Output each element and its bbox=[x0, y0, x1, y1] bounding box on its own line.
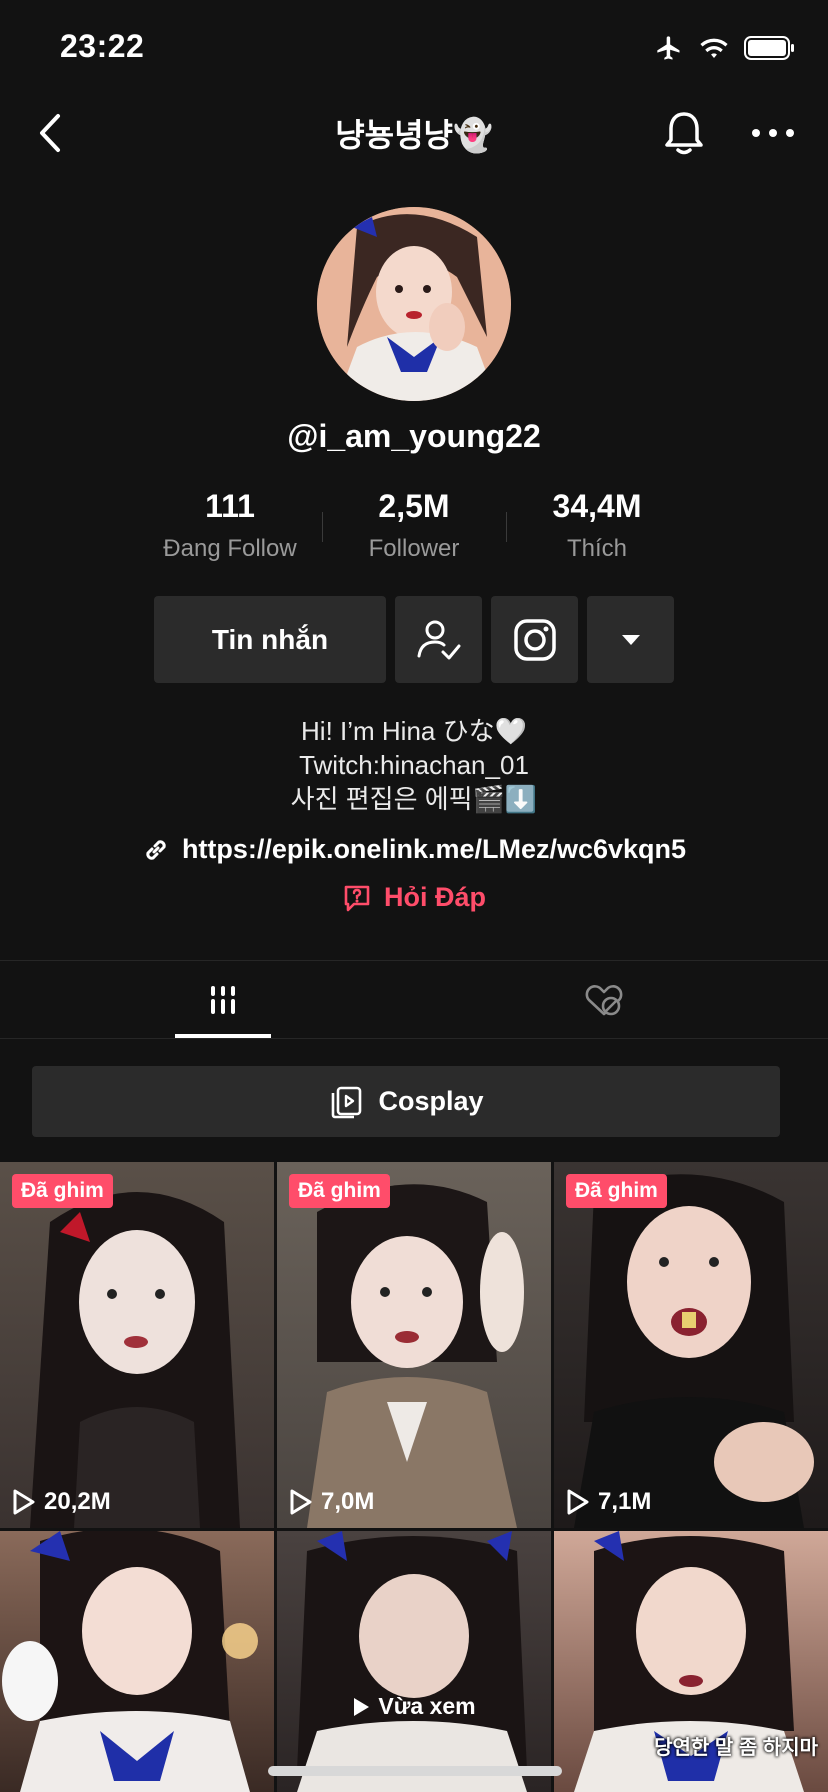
link-text: https://epik.onelink.me/LMez/wc6vkqn5 bbox=[181, 834, 687, 864]
instagram-button[interactable] bbox=[491, 596, 578, 683]
caret-down-icon bbox=[621, 634, 640, 645]
recently-watched-badge: Vừa xem bbox=[277, 1693, 551, 1720]
view-count: 7,1M bbox=[566, 1488, 651, 1516]
video-thumbnail bbox=[2, 1531, 258, 1792]
video-tile[interactable]: Đã ghim 7,1M bbox=[554, 1162, 828, 1528]
qa-button[interactable]: Hỏi Đáp bbox=[0, 882, 828, 913]
tab-videos[interactable] bbox=[0, 961, 446, 1038]
status-time: 23:22 bbox=[60, 28, 145, 64]
stat-value: 2,5M bbox=[378, 488, 450, 524]
message-button[interactable]: Tin nhắn bbox=[154, 596, 386, 683]
recently-watched-text: Vừa xem bbox=[378, 1693, 476, 1719]
play-outline-icon bbox=[13, 1489, 35, 1515]
airplane-icon bbox=[657, 36, 680, 60]
home-indicator bbox=[268, 1766, 562, 1776]
playlist-button[interactable]: Cosplay bbox=[32, 1066, 780, 1137]
grid-icon bbox=[211, 985, 235, 1014]
video-thumbnail bbox=[574, 1174, 814, 1528]
avatar[interactable] bbox=[317, 207, 511, 401]
stat-value: 34,4M bbox=[552, 488, 642, 524]
wifi-icon bbox=[700, 38, 728, 58]
view-count: 7,0M bbox=[289, 1488, 374, 1516]
status-icons bbox=[654, 34, 796, 62]
play-outline-icon bbox=[290, 1489, 312, 1515]
stat-value: 111 bbox=[205, 488, 255, 524]
playlist-label: Cosplay bbox=[378, 1086, 484, 1116]
more-icon bbox=[752, 129, 794, 137]
view-count-text: 20,2M bbox=[44, 1488, 111, 1515]
view-count: 20,2M bbox=[12, 1488, 111, 1516]
link-icon bbox=[146, 839, 166, 860]
qa-label: Hỏi Đáp bbox=[383, 882, 486, 912]
playlist-icon bbox=[332, 1086, 362, 1118]
stat-label: Thích bbox=[566, 535, 628, 562]
stat-followers[interactable]: 2,5M Follower bbox=[314, 488, 514, 563]
instagram-icon bbox=[513, 618, 556, 661]
username: @i_am_young22 bbox=[287, 418, 541, 454]
bell-icon bbox=[665, 112, 703, 155]
notification-button[interactable] bbox=[660, 108, 708, 158]
bio-line: Twitch:hinachan_01 bbox=[299, 750, 529, 780]
pinned-badge: Đã ghim bbox=[12, 1174, 113, 1208]
heart-hidden-icon bbox=[585, 984, 623, 1015]
play-icon bbox=[354, 1697, 370, 1716]
view-count-text: 7,1M bbox=[598, 1488, 652, 1515]
video-tile[interactable]: Đã ghim 7,0M bbox=[277, 1162, 551, 1528]
stat-following[interactable]: 111 Đang Follow bbox=[130, 488, 330, 563]
video-thumbnail bbox=[297, 1531, 527, 1792]
more-button[interactable] bbox=[748, 118, 798, 148]
stat-label: Đang Follow bbox=[163, 535, 297, 562]
stat-likes[interactable]: 34,4M Thích bbox=[497, 488, 697, 563]
video-caption: 당연한 말 좀 하지마 bbox=[654, 1737, 818, 1759]
profile-link[interactable]: https://epik.onelink.me/LMez/wc6vkqn5 bbox=[0, 834, 828, 865]
divider bbox=[0, 1038, 828, 1039]
play-outline-icon bbox=[567, 1489, 589, 1515]
view-count-text: 7,0M bbox=[321, 1488, 375, 1515]
video-tile[interactable] bbox=[0, 1531, 274, 1792]
qa-icon bbox=[344, 885, 370, 911]
bio-line: 사진 편집은 에픽🎬⬇️ bbox=[290, 784, 538, 814]
video-thumbnail bbox=[30, 1192, 240, 1528]
video-tile[interactable]: 당연한 말 좀 하지마 bbox=[554, 1531, 828, 1792]
bio-line: Hi! I’m Hina ひな🤍 bbox=[301, 716, 527, 746]
pinned-badge: Đã ghim bbox=[566, 1174, 667, 1208]
video-tile[interactable]: Đã ghim 20,2M bbox=[0, 1162, 274, 1528]
user-check-icon bbox=[417, 620, 460, 659]
following-status-button[interactable] bbox=[395, 596, 482, 683]
stat-label: Follower bbox=[368, 535, 460, 562]
avatar-image bbox=[317, 207, 511, 401]
video-tile[interactable]: Vừa xem bbox=[277, 1531, 551, 1792]
video-thumbnail bbox=[307, 1184, 524, 1528]
suggested-accounts-button[interactable] bbox=[587, 596, 674, 683]
tab-liked[interactable] bbox=[446, 961, 762, 1038]
battery-icon bbox=[744, 36, 794, 60]
pinned-badge: Đã ghim bbox=[289, 1174, 390, 1208]
